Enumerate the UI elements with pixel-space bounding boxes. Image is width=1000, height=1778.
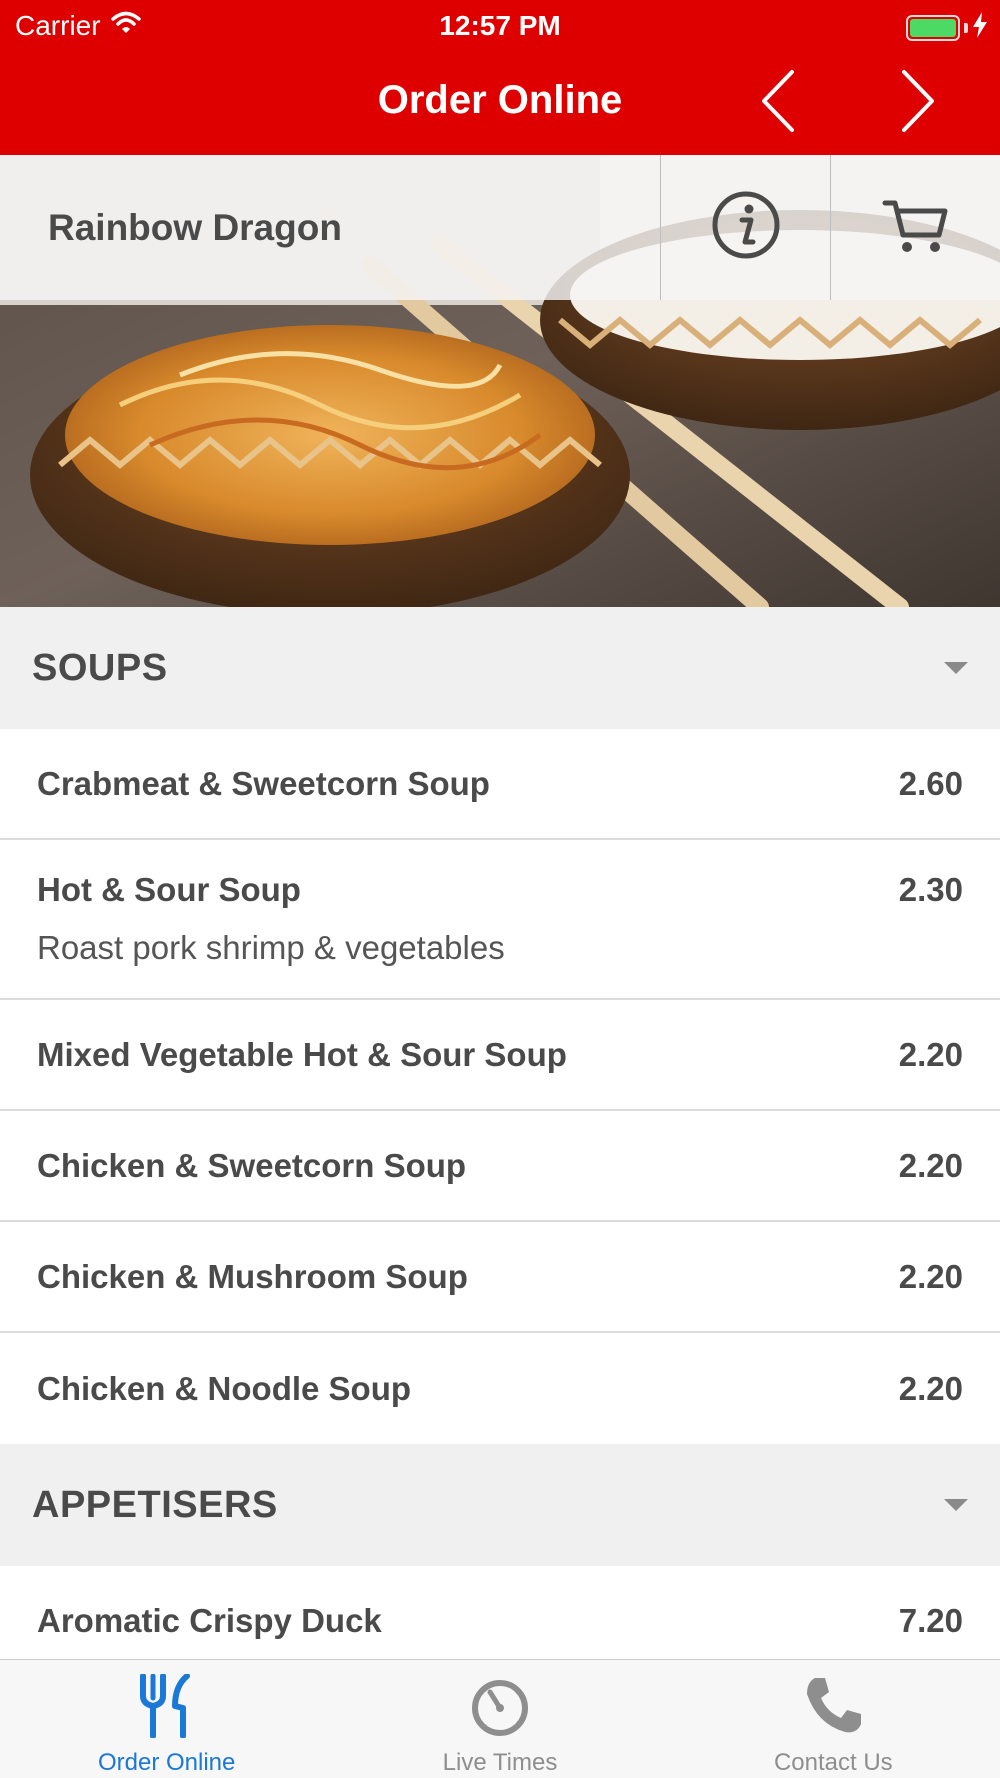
status-time: 12:57 PM [439,10,561,41]
category-header-appetisers[interactable]: APPETISERS [0,1444,1000,1566]
cart-icon [881,195,951,260]
menu-item[interactable]: Hot & Sour Soup 2.30 Roast pork shrimp &… [0,840,1000,1000]
item-name: Hot & Sour Soup [37,871,301,908]
tab-bar: Order Online Live Times Contact Us [0,1659,1000,1778]
tab-order-online[interactable]: Order Online [0,1660,333,1778]
item-price: 2.20 [898,1146,963,1184]
menu-item[interactable]: Chicken & Sweetcorn Soup 2.20 [0,1111,1000,1222]
tab-contact-us[interactable]: Contact Us [667,1660,1000,1778]
menu-item[interactable]: Mixed Vegetable Hot & Sour Soup 2.20 [0,1000,1000,1111]
chevron-left-icon[interactable] [748,66,808,136]
item-name: Chicken & Sweetcorn Soup [37,1146,467,1184]
menu-list[interactable]: SOUPS Crabmeat & Sweetcorn Soup 2.60 Hot… [0,607,1000,1659]
top-bar: Carrier 12:57 PM Order Online [0,0,1000,155]
fork-knife-icon [137,1673,197,1743]
restaurant-name: Rainbow Dragon [48,206,342,248]
info-button[interactable] [660,155,830,300]
hero-banner: Rainbow Dragon [0,155,1000,607]
item-name: Aromatic Crispy Duck [37,1601,382,1639]
cart-button[interactable] [830,155,1000,300]
menu-item[interactable]: Chicken & Mushroom Soup 2.20 [0,1222,1000,1333]
tab-label: Contact Us [773,1749,893,1776]
restaurant-bar: Rainbow Dragon [0,155,1000,300]
chevron-down-icon [944,662,968,674]
item-name: Mixed Vegetable Hot & Sour Soup [37,1035,567,1073]
page-title: Order Online [377,78,623,122]
charging-bolt-icon [972,12,988,43]
battery-indicator [906,12,988,43]
status-bar: Carrier 12:57 PM [0,0,1000,50]
item-price: 2.20 [898,1369,963,1407]
menu-item[interactable]: Crabmeat & Sweetcorn Soup 2.60 [0,729,1000,840]
item-price: 2.60 [898,764,963,802]
category-title: SOUPS [32,646,168,689]
tab-label: Live Times [442,1749,558,1776]
stopwatch-icon [468,1674,532,1743]
item-name: Chicken & Mushroom Soup [37,1257,468,1295]
category-title: APPETISERS [32,1483,278,1526]
menu-item[interactable]: Chicken & Noodle Soup 2.20 [0,1333,1000,1444]
item-description: Roast pork shrimp & vegetables [37,929,505,966]
item-price: 2.20 [898,1257,963,1295]
tab-label: Order Online [97,1749,236,1776]
phone-icon [801,1674,865,1743]
category-header-soups[interactable]: SOUPS [0,607,1000,729]
menu-item[interactable]: Aromatic Crispy Duck 7.20 [0,1566,1000,1659]
info-icon [711,190,781,265]
item-price: 2.20 [898,1035,963,1073]
item-price: 2.30 [898,871,963,908]
chevron-right-icon[interactable] [888,66,948,136]
chevron-down-icon [944,1499,968,1511]
tab-live-times[interactable]: Live Times [333,1660,666,1778]
item-price: 7.20 [898,1601,963,1639]
item-name: Crabmeat & Sweetcorn Soup [37,764,490,802]
battery-icon [906,14,960,41]
item-name: Chicken & Noodle Soup [37,1369,412,1407]
